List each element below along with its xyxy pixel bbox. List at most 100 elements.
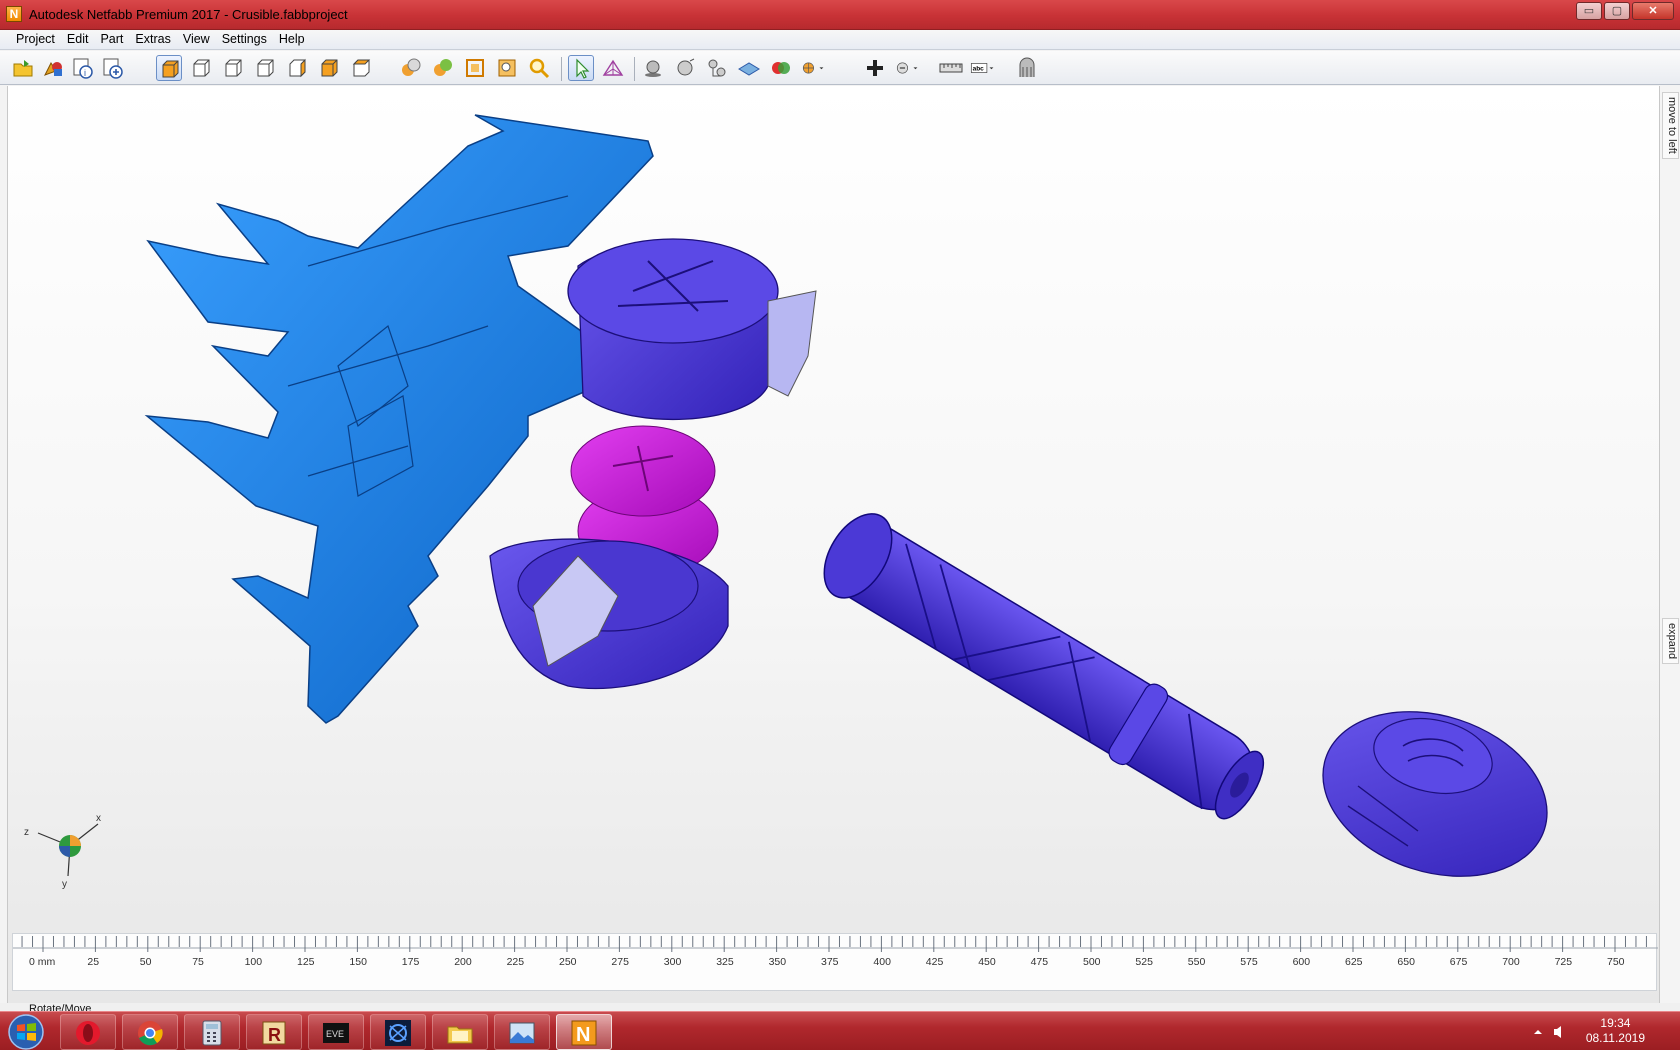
view-back-icon[interactable] (220, 55, 246, 81)
view-bottom-icon[interactable] (348, 55, 374, 81)
scene-canvas[interactable]: z x y (8, 86, 1659, 1003)
ruler-label: 450 (978, 956, 996, 968)
zoom-magnifier-icon[interactable] (526, 55, 552, 81)
close-button[interactable]: ✕ (1632, 2, 1674, 20)
hammer-head-bottom-part[interactable] (489, 538, 729, 690)
taskbar-chrome[interactable] (122, 1014, 178, 1050)
main-toolbar: i abc (0, 51, 1680, 85)
menu-view[interactable]: View (177, 30, 216, 49)
menu-settings[interactable]: Settings (216, 30, 273, 49)
handle-part[interactable] (810, 502, 1277, 833)
ruler-label: 750 (1607, 956, 1625, 968)
add-slice-dropdown-icon[interactable] (800, 55, 840, 81)
taskbar-file-explorer[interactable] (432, 1014, 488, 1050)
select-pointer-icon[interactable] (568, 55, 594, 81)
windows-taskbar: R EVE N 19:34 08.11.2019 (0, 1011, 1680, 1050)
end-cap-part[interactable] (1302, 684, 1569, 903)
shade-colored-icon[interactable] (430, 55, 456, 81)
ruler-label: 150 (349, 956, 367, 968)
ruler-label: 350 (769, 956, 787, 968)
ruler-label: 550 (1188, 956, 1206, 968)
ruler-label: 50 (140, 956, 152, 968)
ruler-label: 725 (1555, 956, 1573, 968)
window-title: Autodesk Netfabb Premium 2017 - Crusible… (29, 7, 348, 22)
revit-icon: R (262, 1021, 286, 1045)
toolbar-separator (634, 57, 635, 81)
add-cylinder-icon[interactable] (704, 55, 730, 81)
minimize-button[interactable]: ▭ (1576, 2, 1602, 20)
svg-text:i: i (84, 68, 86, 78)
taskbar-revit[interactable]: R (246, 1014, 302, 1050)
clock-time: 19:34 (1600, 1016, 1631, 1030)
ruler-label: 75 (192, 956, 204, 968)
start-button[interactable] (2, 1013, 50, 1050)
add-sphere-icon[interactable] (640, 55, 666, 81)
part-info-icon[interactable]: i (70, 55, 96, 81)
calculator-icon (202, 1020, 222, 1046)
view-top-icon[interactable] (316, 55, 342, 81)
volume-icon (1554, 1026, 1561, 1038)
ruler-label: 400 (873, 956, 891, 968)
menu-help[interactable]: Help (273, 30, 311, 49)
ruler-label: 600 (1293, 956, 1311, 968)
ruler-label: 375 (821, 956, 839, 968)
clock[interactable]: 19:34 08.11.2019 (1586, 1016, 1645, 1046)
clock-date: 08.11.2019 (1585, 1031, 1645, 1045)
menu-extras[interactable]: Extras (129, 30, 176, 49)
expand-tab[interactable]: expand (1662, 618, 1679, 665)
measure-dropdown-icon[interactable] (894, 55, 934, 81)
ruler-label: 525 (1135, 956, 1153, 968)
ruler-tool-icon[interactable] (938, 55, 964, 81)
taskbar-netfabb[interactable]: N (556, 1014, 612, 1050)
add-part-icon[interactable] (40, 55, 66, 81)
taskbar-image-viewer[interactable] (494, 1014, 550, 1050)
zoom-to-fit-icon[interactable] (494, 55, 520, 81)
ruler-label: 675 (1450, 956, 1468, 968)
axis-z-label: z (24, 827, 29, 838)
maximize-button[interactable]: ▢ (1604, 2, 1630, 20)
axis-triad: z x y (24, 813, 101, 890)
netfabb-app-icon[interactable]: N (6, 6, 22, 22)
menu-project[interactable]: Project (10, 30, 61, 49)
menu-part[interactable]: Part (94, 30, 129, 49)
windows-logo-icon (8, 1014, 44, 1050)
taskbar-opera[interactable] (60, 1014, 116, 1050)
hammer-head-top-part[interactable] (567, 238, 817, 421)
3d-viewport[interactable]: z x y (7, 86, 1659, 1003)
netfabb-icon: N (571, 1020, 597, 1046)
taskbar-calculator[interactable] (184, 1014, 240, 1050)
taskbar-cinema[interactable] (370, 1014, 426, 1050)
ruler-label: 200 (454, 956, 472, 968)
ruler-label: 250 (559, 956, 577, 968)
view-right-icon[interactable] (284, 55, 310, 81)
opera-icon (76, 1021, 100, 1045)
ruler-label: 500 (1083, 956, 1101, 968)
select-triangles-icon[interactable] (600, 55, 626, 81)
add-color-icon[interactable] (768, 55, 794, 81)
open-project-icon[interactable] (10, 55, 36, 81)
add-cross-icon[interactable] (862, 55, 888, 81)
new-part-icon[interactable] (100, 55, 126, 81)
shade-solid-icon[interactable] (398, 55, 424, 81)
view-left-icon[interactable] (252, 55, 278, 81)
view-front-icon[interactable] (188, 55, 214, 81)
chrome-icon (138, 1021, 163, 1046)
view-default-icon[interactable] (156, 55, 182, 81)
ruler-label: 100 (245, 956, 263, 968)
add-surface-icon[interactable] (736, 55, 762, 81)
right-side-panel: move to left expand (1659, 86, 1680, 1003)
label-abc-text: abc (973, 66, 985, 73)
ruler-label: 0 mm (29, 956, 56, 968)
ruler-label: 125 (297, 956, 315, 968)
menu-edit[interactable]: Edit (61, 30, 95, 49)
taskbar-eve-online[interactable]: EVE (308, 1014, 364, 1050)
shade-wireframe-icon[interactable] (462, 55, 488, 81)
eve-label: EVE (326, 1029, 344, 1039)
folder-icon (447, 1026, 473, 1044)
tray-icons[interactable] (1530, 1024, 1570, 1040)
support-tool-icon[interactable] (1014, 55, 1040, 81)
label-abc-dropdown-icon[interactable]: abc (970, 55, 1010, 81)
add-half-sphere-icon[interactable] (672, 55, 698, 81)
move-to-left-tab[interactable]: move to left (1662, 92, 1679, 159)
ruler-label: 325 (716, 956, 734, 968)
